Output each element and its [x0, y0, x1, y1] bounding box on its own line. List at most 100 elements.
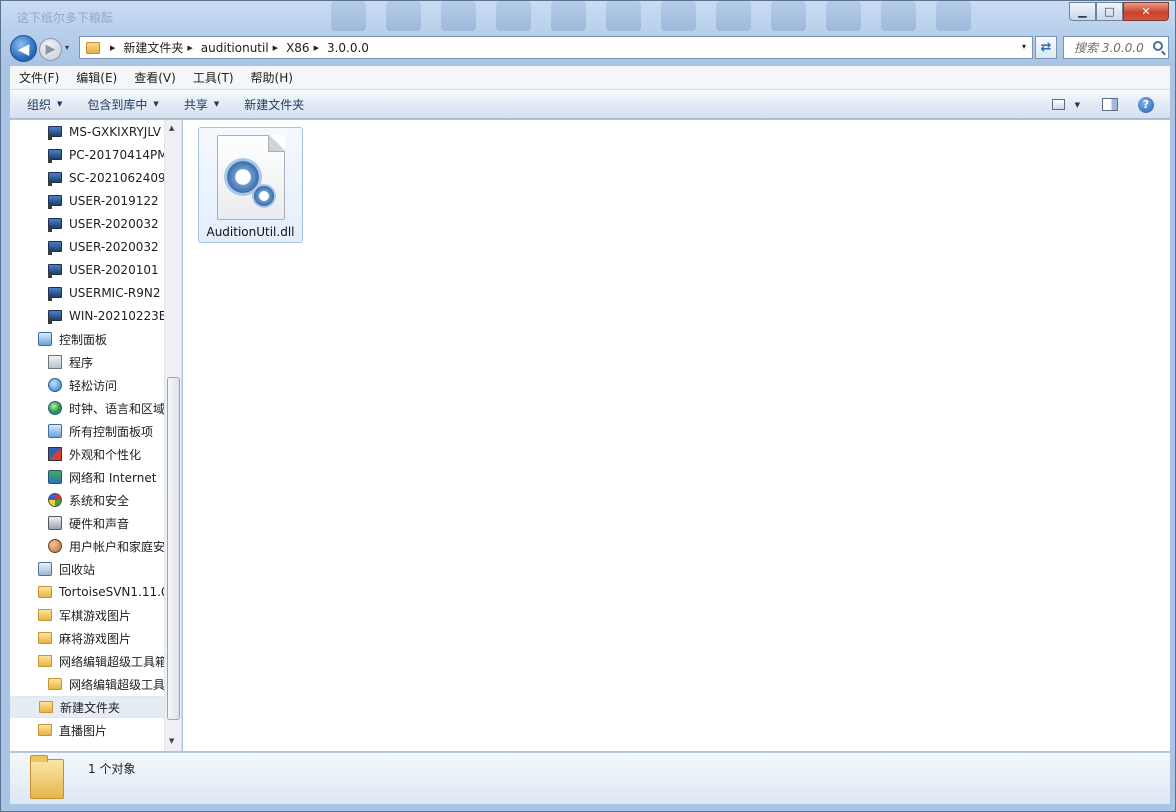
sidebar-item-all-control-panel[interactable]: 所有控制面板项	[48, 420, 178, 442]
folder-icon	[38, 609, 52, 621]
sidebar-item[interactable]: SC-2021062409	[48, 167, 178, 189]
chevron-right-icon[interactable]: ▶	[187, 44, 192, 52]
refresh-button[interactable]: ⇄	[1035, 36, 1057, 59]
close-button[interactable]: ✕	[1123, 2, 1169, 21]
include-in-library-label: 包含到库中	[87, 97, 148, 112]
folder-icon	[30, 755, 64, 799]
sidebar-item-label: 用户帐户和家庭安全	[69, 539, 178, 554]
sidebar-item-folder[interactable]: 麻将游戏图片	[38, 627, 178, 649]
sidebar-item-label: 所有控制面板项	[69, 424, 154, 439]
sidebar-item-folder-selected[interactable]: 新建文件夹	[10, 696, 170, 718]
ghost-icon	[386, 1, 421, 31]
sidebar-item-appearance[interactable]: 外观和个性化	[48, 443, 178, 465]
sidebar-item-label: WIN-20210223E	[69, 309, 167, 323]
new-folder-button[interactable]: 新建文件夹	[244, 96, 304, 113]
chevron-down-icon: ▼	[153, 100, 159, 108]
network-icon	[48, 470, 62, 484]
address-history-dropdown[interactable]: ▾	[1022, 42, 1026, 51]
folder-icon	[48, 678, 62, 690]
appearance-icon	[48, 447, 62, 461]
chevron-down-icon[interactable]: ▼	[1075, 101, 1080, 109]
breadcrumb-item[interactable]: auditionutil	[201, 41, 269, 55]
sidebar-item-label: 新建文件夹	[60, 700, 121, 715]
menu-file[interactable]: 文件(F)	[19, 69, 59, 86]
chevron-right-icon[interactable]: ▶	[314, 44, 319, 52]
chevron-down-icon: ▼	[57, 100, 63, 108]
include-in-library-button[interactable]: 包含到库中 ▼	[87, 96, 158, 113]
ghost-icon	[771, 1, 806, 31]
command-bar: 组织 ▼ 包含到库中 ▼ 共享 ▼ 新建文件夹 ▼ ?	[10, 90, 1170, 119]
maximize-button[interactable]: □	[1096, 2, 1123, 21]
sidebar-item-control-panel[interactable]: 控制面板	[38, 328, 178, 350]
sidebar-item[interactable]: USER-2020032	[48, 213, 178, 235]
file-item[interactable]: AuditionUtil.dll	[198, 127, 303, 243]
sidebar-item-security[interactable]: 系统和安全	[48, 489, 178, 511]
sidebar-item-label: 控制面板	[59, 332, 108, 347]
search-input[interactable]: 搜索 3.0.0.0	[1063, 36, 1169, 59]
chevron-right-icon[interactable]: ▶	[273, 44, 278, 52]
sidebar-item[interactable]: PC-20170414PM	[48, 144, 178, 166]
minimize-button[interactable]: ▁	[1069, 2, 1096, 21]
sidebar-item-programs[interactable]: 程序	[48, 351, 178, 373]
sidebar-item-ease-of-access[interactable]: 轻松访问	[48, 374, 178, 396]
share-button[interactable]: 共享 ▼	[184, 96, 219, 113]
sidebar-item-folder[interactable]: 网络编辑超级工具箱	[38, 650, 178, 672]
sidebar-item-label: 网络编辑超级工具箱	[59, 654, 168, 669]
address-bar[interactable]: ▶ 新建文件夹 ▶ auditionutil ▶ X86 ▶ 3.0.0.0 ▾	[79, 36, 1033, 59]
hardware-icon	[48, 516, 62, 530]
menu-edit[interactable]: 编辑(E)	[76, 69, 117, 86]
sidebar-item-label: 麻将游戏图片	[59, 631, 132, 646]
sidebar-item-folder[interactable]: TortoiseSVN1.11.0	[38, 581, 178, 603]
sidebar-item-recycle-bin[interactable]: 回收站	[38, 558, 178, 580]
sidebar-item-label: 硬件和声音	[69, 516, 130, 531]
view-controls: ▼ ?	[1051, 90, 1170, 119]
help-icon[interactable]: ?	[1138, 96, 1154, 113]
sidebar-item[interactable]: USER-2020101	[48, 259, 178, 281]
search-placeholder: 搜索 3.0.0.0	[1074, 41, 1144, 55]
search-icon[interactable]	[1153, 41, 1163, 51]
sidebar-item-user-accounts[interactable]: 用户帐户和家庭安全	[48, 535, 178, 557]
scrollbar-thumb[interactable]	[167, 377, 180, 720]
sidebar-item-folder[interactable]: 网络编辑超级工具	[48, 673, 178, 695]
sidebar-item-hardware[interactable]: 硬件和声音	[48, 512, 178, 534]
breadcrumb-item[interactable]: 3.0.0.0	[327, 41, 369, 55]
sidebar-item-label: SC-2021062409	[69, 171, 166, 185]
folder-icon	[86, 41, 100, 54]
ghost-icon	[716, 1, 751, 31]
user-accounts-icon	[48, 539, 62, 553]
recent-pages-dropdown[interactable]: ▾	[65, 43, 69, 52]
breadcrumb-item[interactable]: 新建文件夹	[123, 39, 183, 56]
navigation-scrollbar[interactable]: ▲ ▼	[164, 120, 181, 751]
back-button[interactable]: ◀	[10, 35, 37, 62]
sidebar-item[interactable]: USER-2020032	[48, 236, 178, 258]
sidebar-item[interactable]: USER-2019122	[48, 190, 178, 212]
organize-button[interactable]: 组织 ▼	[27, 96, 62, 113]
menu-tools[interactable]: 工具(T)	[193, 69, 234, 86]
sidebar-item[interactable]: WIN-20210223E	[48, 305, 178, 327]
menu-help[interactable]: 帮助(H)	[251, 69, 293, 86]
menu-view[interactable]: 查看(V)	[134, 69, 176, 86]
navigation-pane: MS-GXKIXRYJLV PC-20170414PM SC-202106240…	[10, 120, 182, 751]
computer-icon	[48, 148, 62, 163]
computer-icon	[48, 217, 62, 232]
change-view-icon[interactable]	[1051, 99, 1065, 110]
chevron-right-icon[interactable]: ▶	[110, 44, 115, 52]
sidebar-item-label: 网络和 Internet	[69, 470, 157, 485]
sidebar-item-label: 直播图片	[59, 723, 108, 738]
scroll-down-arrow[interactable]: ▼	[169, 737, 174, 745]
sidebar-item-network[interactable]: 网络和 Internet	[48, 466, 178, 488]
new-folder-label: 新建文件夹	[244, 97, 305, 112]
sidebar-item-folder[interactable]: 直播图片	[38, 719, 178, 741]
forward-button[interactable]: ▶	[39, 38, 62, 61]
address-row: ◀ ▶ ▾ ▶ 新建文件夹 ▶ auditionutil ▶ X86 ▶ 3.0…	[1, 33, 1175, 62]
sidebar-item-label: USER-2020032	[69, 240, 159, 254]
sidebar-item-clock-language[interactable]: 时钟、语言和区域	[48, 397, 178, 419]
ghost-icon	[661, 1, 696, 31]
sidebar-item[interactable]: MS-GXKIXRYJLV	[48, 121, 178, 143]
scroll-up-arrow[interactable]: ▲	[169, 124, 174, 132]
ghost-icon	[936, 1, 971, 31]
breadcrumb-item[interactable]: X86	[286, 41, 310, 55]
sidebar-item[interactable]: USERMIC-R9N2	[48, 282, 178, 304]
sidebar-item-folder[interactable]: 军棋游戏图片	[38, 604, 178, 626]
preview-pane-icon[interactable]	[1102, 98, 1118, 111]
